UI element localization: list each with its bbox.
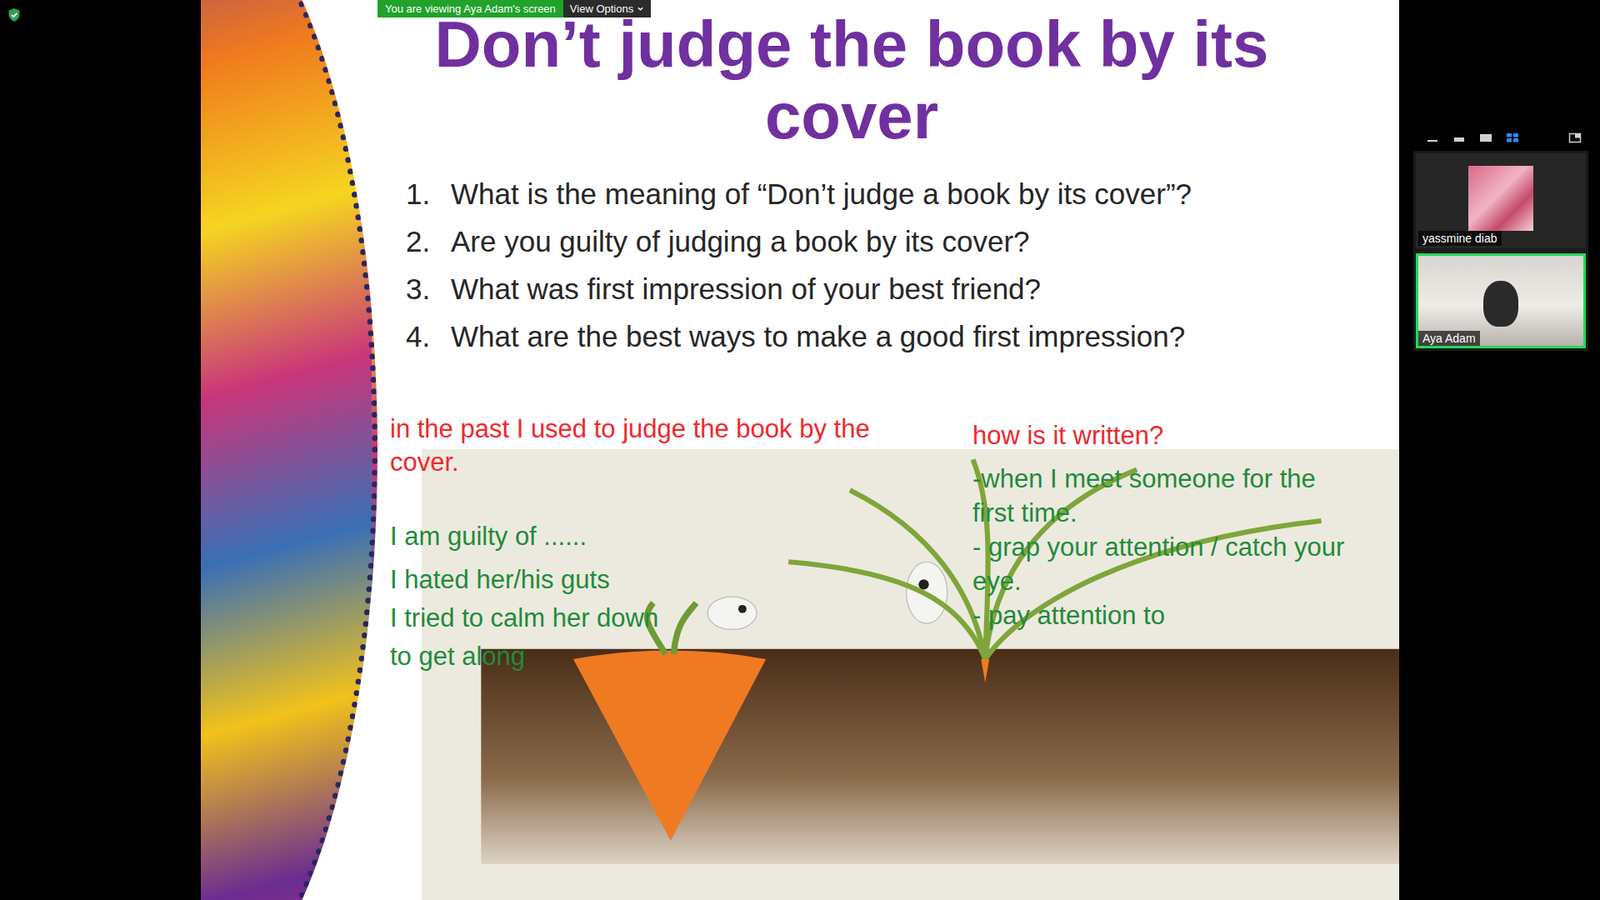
annotation-text: to get along	[390, 637, 886, 676]
profile-photo	[1468, 165, 1534, 231]
participant-figure	[1483, 280, 1519, 327]
question-list: 1.What is the meaning of “Don’t judge a …	[377, 170, 1400, 360]
carrot-illustration-icon	[421, 449, 1400, 900]
participant-tile[interactable]: yassmine diab	[1415, 153, 1586, 249]
view-options-label[interactable]: View Options	[570, 0, 634, 18]
participant-name: Aya Adam	[1418, 330, 1480, 346]
annotation-text: I hated her/his guts	[390, 560, 886, 600]
view-toolbar	[1413, 130, 1589, 145]
question-text: What are the best ways to make a good fi…	[450, 312, 1185, 360]
share-notice: You are viewing Aya Adam's screen	[377, 0, 564, 18]
left-margin	[0, 0, 201, 900]
shared-slide: Don’t judge the book by itscover 1.What …	[200, 0, 1400, 900]
question-number: 2.	[405, 217, 451, 265]
question-text: What is the meaning of “Don’t judge a bo…	[450, 170, 1192, 218]
annotation-text: - grap your attention / catch your eye.	[972, 530, 1352, 599]
strip-view-icon[interactable]	[1452, 131, 1466, 144]
annotation-text: in the past I used to judge the book by …	[390, 412, 886, 480]
participant-tile[interactable]: Aya Adam	[1415, 253, 1586, 349]
screen-share-bar: You are viewing Aya Adam's screen View Op…	[377, 0, 651, 18]
question-number: 3.	[405, 265, 451, 313]
question-text: What was first impression of your best f…	[450, 265, 1041, 313]
side-panel-icon[interactable]	[1568, 131, 1582, 144]
notes-area: in the past I used to judge the book by …	[377, 412, 1400, 900]
annotation-columns: in the past I used to judge the book by …	[377, 412, 1400, 676]
question-item: 2.Are you guilty of judging a book by it…	[405, 217, 1400, 265]
feather-decoration	[200, 0, 378, 900]
question-item: 3.What was first impression of your best…	[405, 265, 1400, 313]
title-line: Don’t judge the book by its	[377, 8, 1326, 80]
annotation-text: I tried to calm her down	[390, 599, 886, 638]
question-item: 1.What is the meaning of “Don’t judge a …	[405, 170, 1400, 218]
view-options-button[interactable]: View Options	[563, 0, 651, 18]
participant-name: yassmine diab	[1418, 230, 1502, 246]
slide-content: Don’t judge the book by itscover 1.What …	[377, 0, 1400, 900]
title-line: cover	[377, 80, 1326, 152]
annotation-text: - pay attention to	[972, 598, 1352, 633]
annotation-text: -when I meet someone for the first time.	[972, 461, 1352, 530]
annotation-text: I am guilty of ......	[390, 517, 886, 556]
question-number: 4.	[405, 312, 451, 360]
question-item: 4.What are the best ways to make a good …	[405, 312, 1400, 360]
speaker-view-icon[interactable]	[1479, 131, 1493, 144]
carrot-picture	[421, 449, 1400, 900]
slide-title: Don’t judge the book by itscover	[377, 8, 1400, 152]
annotation-text: how is it written?	[972, 419, 1352, 453]
left-annotations: in the past I used to judge the book by …	[390, 412, 940, 676]
question-text: Are you guilty of judging a book by its …	[450, 217, 1030, 265]
zoom-window: Don’t judge the book by itscover 1.What …	[0, 0, 1600, 900]
right-annotations: how is it written? -when I meet someone f…	[972, 412, 1352, 676]
question-number: 1.	[405, 170, 451, 218]
security-shield-icon[interactable]	[7, 7, 21, 23]
gallery-view-icon[interactable]	[1505, 131, 1520, 144]
participants-panel: yassmine diab Aya Adam	[1413, 0, 1589, 900]
chevron-down-icon[interactable]	[636, 5, 645, 13]
video-gallery: yassmine diab Aya Adam	[1413, 150, 1589, 351]
minimize-view-icon[interactable]	[1425, 131, 1440, 144]
